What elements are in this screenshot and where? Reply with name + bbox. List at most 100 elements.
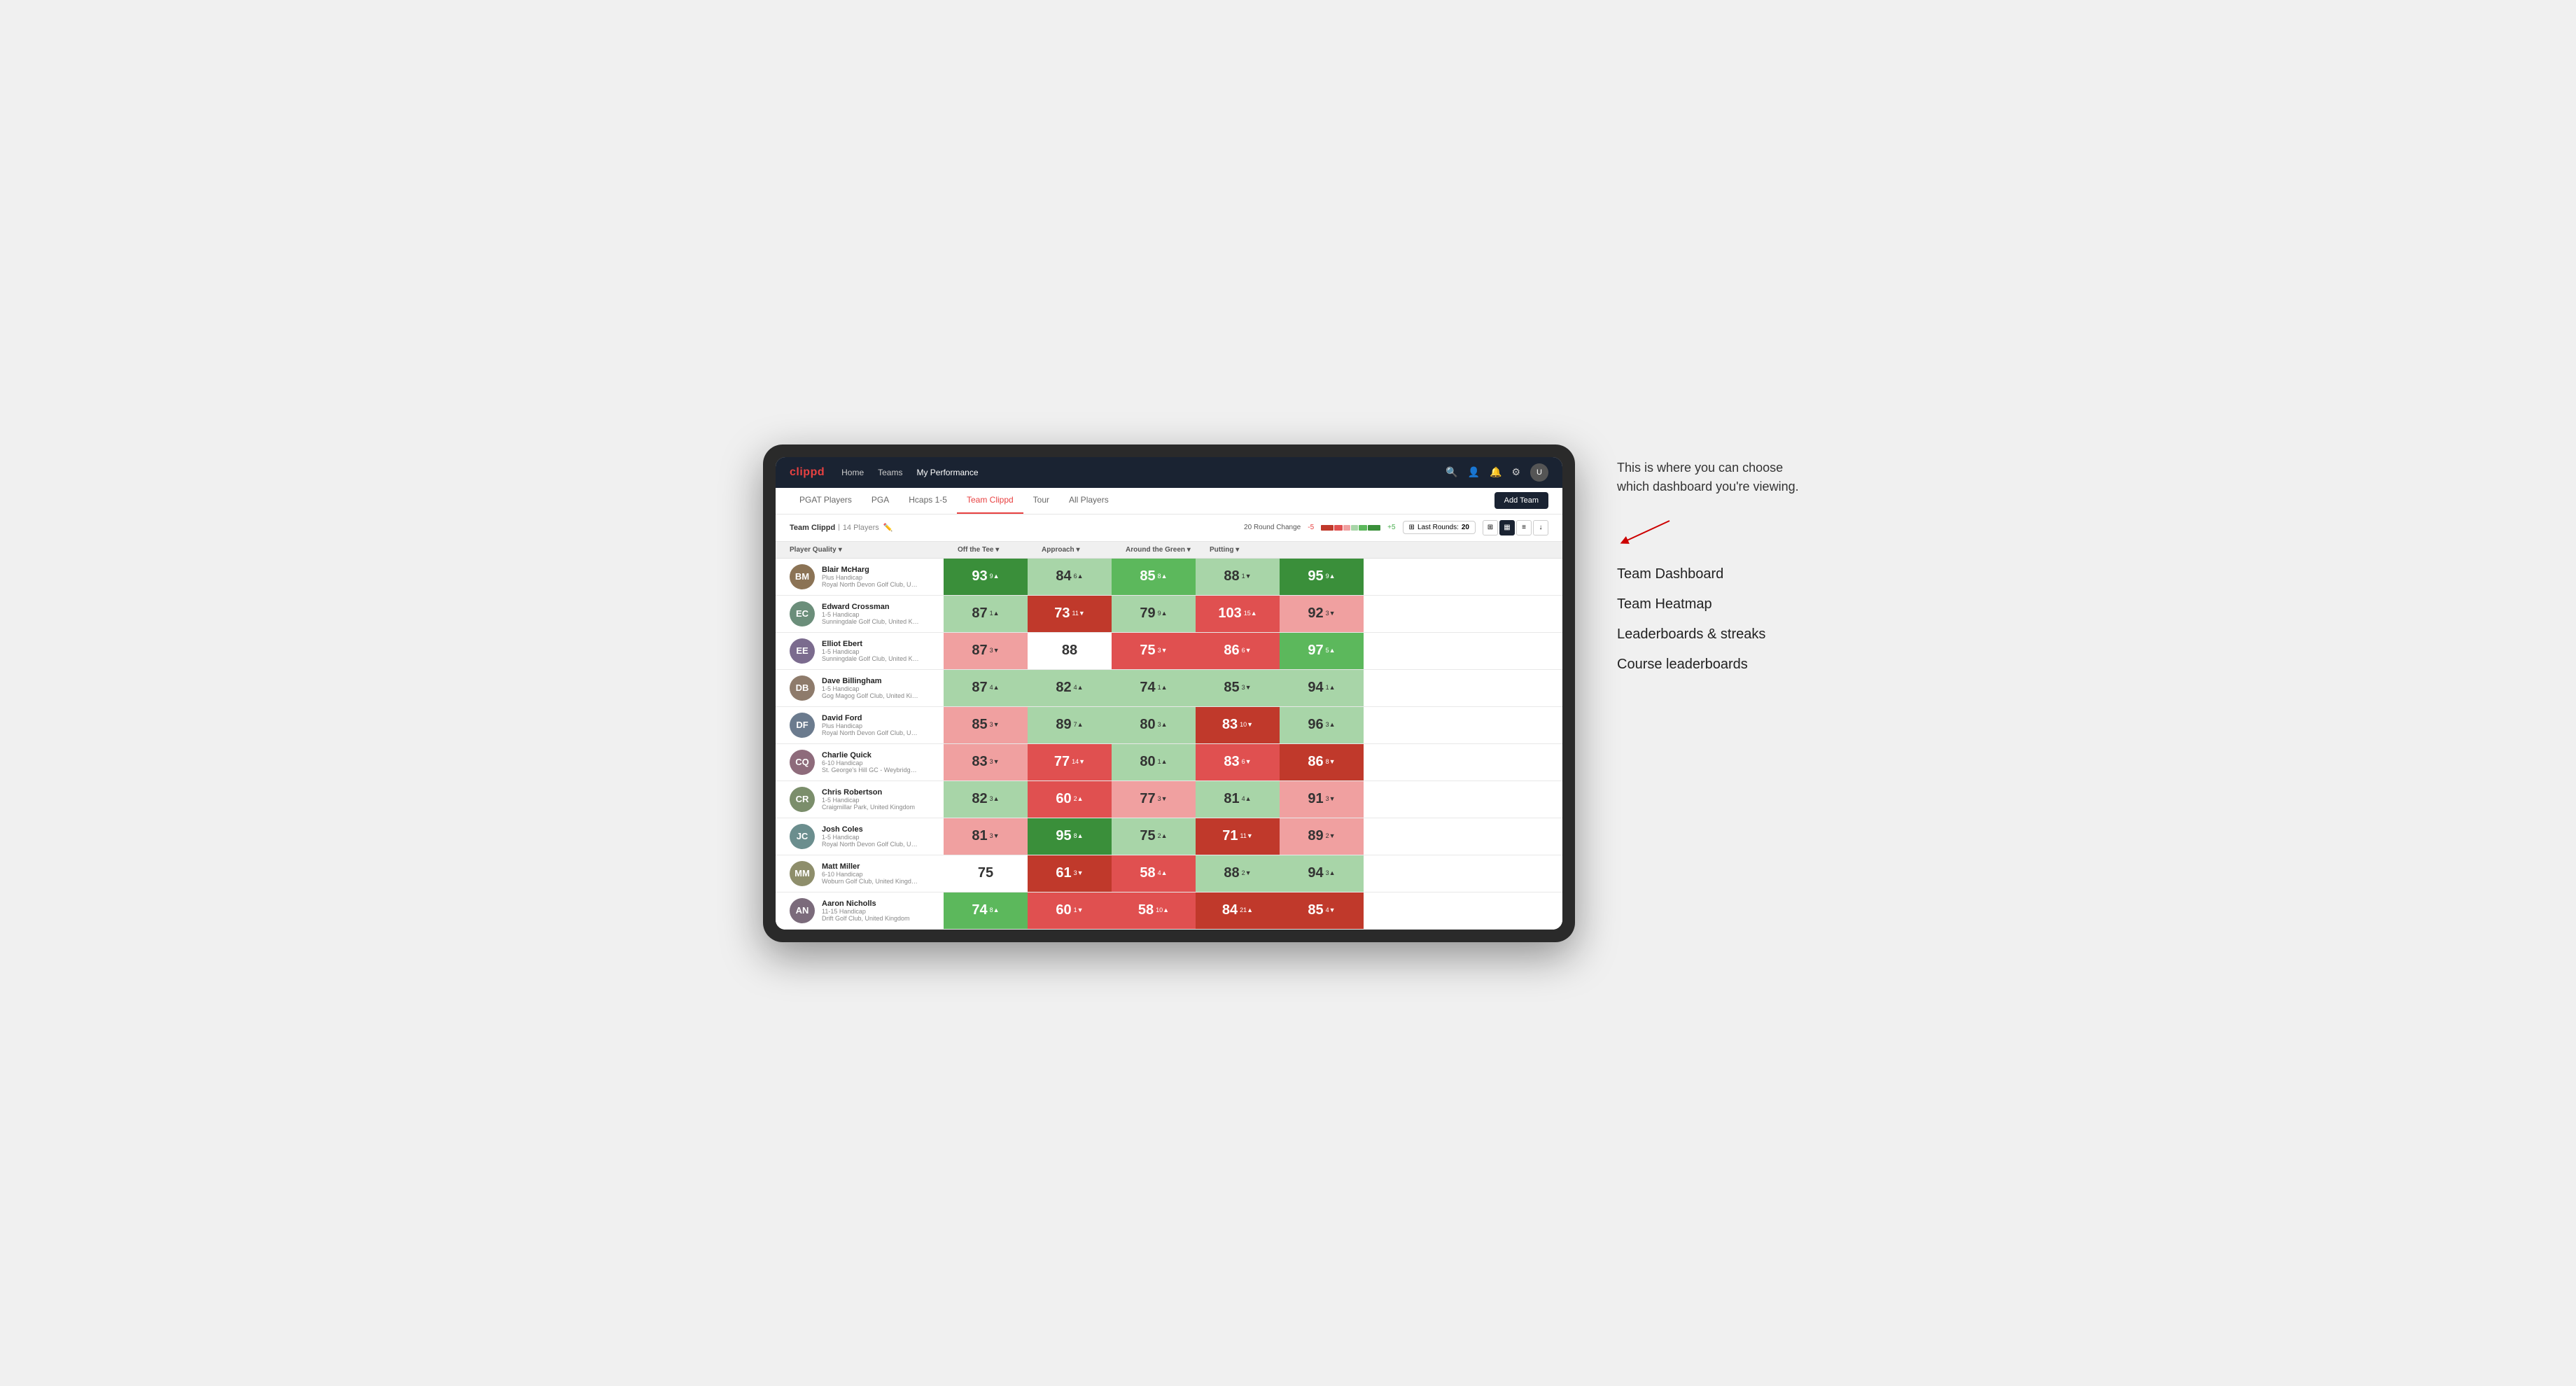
list-view-btn[interactable]: ≡ <box>1516 520 1532 536</box>
last-rounds-value: 20 <box>1462 524 1469 531</box>
nav-my-performance[interactable]: My Performance <box>916 468 978 477</box>
score-cell-8-2: 584▲ <box>1112 855 1196 892</box>
col-player: Player Quality ▾ <box>790 546 958 554</box>
score-cell-7-2: 752▲ <box>1112 818 1196 855</box>
player-info-2[interactable]: EE Elliot Ebert 1-5 Handicap Sunningdale… <box>776 633 944 669</box>
score-value-8-4: 94 <box>1308 865 1323 881</box>
score-cell-7-0: 813▼ <box>944 818 1028 855</box>
score-cell-3-4: 941▲ <box>1280 670 1364 706</box>
score-cell-5-0: 833▼ <box>944 744 1028 780</box>
score-value-4-3: 83 <box>1222 717 1238 733</box>
table-row: CQ Charlie Quick 6-10 Handicap St. Georg… <box>776 744 1562 781</box>
player-club-3: Gog Magog Golf Club, United Kingdom <box>822 692 920 699</box>
team-header-row: Team Clippd | 14 Players ✏️ 20 Round Cha… <box>776 514 1562 542</box>
logo[interactable]: clippd <box>790 466 825 479</box>
annotation-item-2: Leaderboards & streaks <box>1617 626 1813 643</box>
player-avatar-6: CR <box>790 787 815 812</box>
score-cell-4-1: 897▲ <box>1028 707 1112 743</box>
table-row: BM Blair McHarg Plus Handicap Royal Nort… <box>776 559 1562 596</box>
score-cell-1-2: 799▲ <box>1112 596 1196 632</box>
player-details-1: Edward Crossman 1-5 Handicap Sunningdale… <box>822 603 920 625</box>
player-info-3[interactable]: DB Dave Billingham 1-5 Handicap Gog Mago… <box>776 670 944 706</box>
subnav-hcaps[interactable]: Hcaps 1-5 <box>899 487 957 514</box>
score-change-0-3: 1▼ <box>1242 573 1252 580</box>
subnav-team-clippd[interactable]: Team Clippd <box>957 487 1023 514</box>
heatmap-view-btn[interactable]: ▦ <box>1499 520 1515 536</box>
column-headers: Player Quality ▾ Player Quality Off the … <box>776 542 1562 559</box>
score-change-6-2: 3▼ <box>1158 796 1168 803</box>
player-info-6[interactable]: CR Chris Robertson 1-5 Handicap Craigmil… <box>776 781 944 818</box>
score-change-4-2: 3▲ <box>1158 722 1168 729</box>
player-info-9[interactable]: AN Aaron Nicholls 11-15 Handicap Drift G… <box>776 892 944 929</box>
score-cell-0-1: 846▲ <box>1028 559 1112 595</box>
nav-teams[interactable]: Teams <box>878 468 902 477</box>
score-cell-4-3: 8310▼ <box>1196 707 1280 743</box>
player-info-4[interactable]: DF David Ford Plus Handicap Royal North … <box>776 707 944 743</box>
tablet-frame: clippd Home Teams My Performance 🔍 👤 🔔 ⚙… <box>763 444 1575 942</box>
arrow-container <box>1617 517 1813 545</box>
score-cell-8-0: 75 <box>944 855 1028 892</box>
search-icon[interactable]: 🔍 <box>1446 466 1457 478</box>
score-value-4-2: 80 <box>1140 717 1155 733</box>
download-btn[interactable]: ↓ <box>1533 520 1548 536</box>
player-avatar-5: CQ <box>790 750 815 775</box>
subnav-all-players[interactable]: All Players <box>1059 487 1119 514</box>
score-cell-6-1: 602▲ <box>1028 781 1112 818</box>
score-change-4-4: 3▲ <box>1326 722 1336 729</box>
table-row: EE Elliot Ebert 1-5 Handicap Sunningdale… <box>776 633 1562 670</box>
score-value-3-0: 87 <box>972 680 987 696</box>
player-quality-label[interactable]: Player Quality <box>790 546 836 554</box>
score-value-3-2: 74 <box>1140 680 1155 696</box>
player-name-2: Elliot Ebert <box>822 640 920 648</box>
nav-home[interactable]: Home <box>841 468 864 477</box>
grid-view-btn[interactable]: ⊞ <box>1483 520 1498 536</box>
score-cell-9-3: 8421▲ <box>1196 892 1280 929</box>
player-info-0[interactable]: BM Blair McHarg Plus Handicap Royal Nort… <box>776 559 944 595</box>
score-value-7-4: 89 <box>1308 828 1323 844</box>
col-approach: Approach ▾ <box>1042 546 1126 554</box>
bell-icon[interactable]: 🔔 <box>1490 466 1502 478</box>
edit-icon[interactable]: ✏️ <box>883 523 893 532</box>
score-cell-0-0: 939▲ <box>944 559 1028 595</box>
subnav-tour[interactable]: Tour <box>1023 487 1059 514</box>
player-info-8[interactable]: MM Matt Miller 6-10 Handicap Woburn Golf… <box>776 855 944 892</box>
score-change-0-0: 9▲ <box>990 573 1000 580</box>
subnav-pga[interactable]: PGA <box>862 487 899 514</box>
score-change-1-1: 11▼ <box>1072 610 1084 617</box>
score-change-7-2: 2▲ <box>1158 833 1168 840</box>
score-value-8-0: 75 <box>978 865 993 881</box>
score-value-5-4: 86 <box>1308 754 1323 770</box>
table-row: DB Dave Billingham 1-5 Handicap Gog Mago… <box>776 670 1562 707</box>
score-change-9-0: 8▲ <box>990 907 1000 914</box>
person-icon[interactable]: 👤 <box>1468 466 1480 478</box>
add-team-button[interactable]: Add Team <box>1494 492 1548 509</box>
score-cell-0-2: 858▲ <box>1112 559 1196 595</box>
score-cell-6-4: 913▼ <box>1280 781 1364 818</box>
score-change-5-1: 14▼ <box>1072 759 1085 766</box>
player-handicap-8: 6-10 Handicap <box>822 871 920 878</box>
player-info-5[interactable]: CQ Charlie Quick 6-10 Handicap St. Georg… <box>776 744 944 780</box>
score-value-2-0: 87 <box>972 643 987 659</box>
score-change-4-1: 7▲ <box>1074 722 1084 729</box>
score-value-5-3: 83 <box>1224 754 1239 770</box>
score-cell-9-4: 854▼ <box>1280 892 1364 929</box>
score-cell-6-3: 814▲ <box>1196 781 1280 818</box>
score-change-7-1: 8▲ <box>1074 833 1084 840</box>
score-change-9-3: 21▲ <box>1240 907 1253 914</box>
score-value-9-4: 85 <box>1308 902 1323 918</box>
player-handicap-7: 1-5 Handicap <box>822 834 920 841</box>
nav-links: Home Teams My Performance <box>841 468 978 477</box>
player-info-1[interactable]: EC Edward Crossman 1-5 Handicap Sunningd… <box>776 596 944 632</box>
avatar[interactable]: U <box>1530 463 1548 482</box>
score-change-5-3: 6▼ <box>1242 759 1252 766</box>
player-info-7[interactable]: JC Josh Coles 1-5 Handicap Royal North D… <box>776 818 944 855</box>
settings-icon[interactable]: ⚙ <box>1511 466 1520 478</box>
last-rounds-button[interactable]: ⊞ Last Rounds: 20 <box>1403 521 1476 534</box>
score-value-3-3: 85 <box>1224 680 1239 696</box>
score-value-3-4: 94 <box>1308 680 1323 696</box>
sub-nav: PGAT Players PGA Hcaps 1-5 Team Clippd T… <box>776 488 1562 514</box>
score-change-2-0: 3▼ <box>990 648 1000 654</box>
subnav-pgat[interactable]: PGAT Players <box>790 487 862 514</box>
score-value-1-0: 87 <box>972 606 987 622</box>
player-handicap-1: 1-5 Handicap <box>822 611 920 618</box>
